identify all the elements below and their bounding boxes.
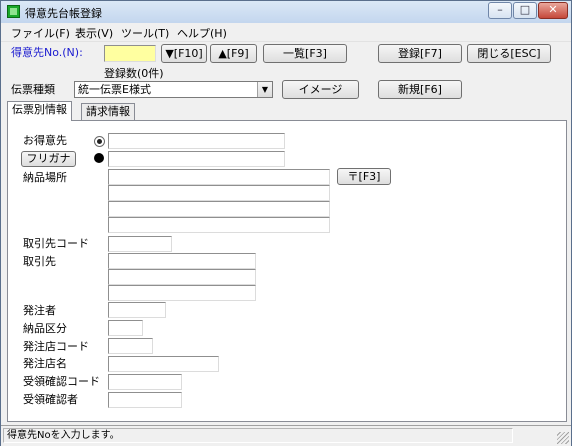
order-store-code-input[interactable] <box>108 338 153 354</box>
close-window-button[interactable]: ✕ <box>538 2 568 19</box>
partner-label: 取引先 <box>23 255 56 268</box>
order-store-code-label: 発注店コード <box>23 340 89 353</box>
tab-billing-info[interactable]: 請求情報 <box>81 103 135 121</box>
delivery-type-input[interactable] <box>108 320 143 336</box>
receipt-person-input[interactable] <box>108 392 182 408</box>
postal-button[interactable]: 〒[F3] <box>337 168 391 185</box>
slip-type-value: 統一伝票E様式 <box>78 83 151 96</box>
customer-no-input[interactable] <box>104 45 156 62</box>
close-button[interactable]: 閉じる[ESC] <box>467 44 551 63</box>
customer-name-input[interactable] <box>108 133 285 149</box>
registered-count: 登録数(0件) <box>104 67 164 80</box>
partner-code-label: 取引先コード <box>23 237 89 250</box>
delivery-line1-input[interactable] <box>108 169 330 185</box>
order-store-name-label: 発注店名 <box>23 357 67 370</box>
image-button[interactable]: イメージ <box>282 80 359 99</box>
resize-grip-icon[interactable] <box>557 432 569 444</box>
furigana-button[interactable]: フリガナ <box>21 151 76 167</box>
furigana-input[interactable] <box>108 151 285 167</box>
delivery-line2-input[interactable] <box>108 185 330 201</box>
status-message: 得意先Noを入力します。 <box>3 428 513 443</box>
partner-line2-input[interactable] <box>108 269 256 285</box>
receipt-code-input[interactable] <box>108 374 182 390</box>
status-bar: 得意先Noを入力します。 <box>1 425 571 446</box>
customer-no-label: 得意先No.(N): <box>11 46 83 59</box>
delivery-type-label: 納品区分 <box>23 322 67 335</box>
customer-label: お得意先 <box>23 134 67 147</box>
orderer-input[interactable] <box>108 302 166 318</box>
partner-line3-input[interactable] <box>108 285 256 301</box>
receipt-code-label: 受領確認コード <box>23 375 100 388</box>
menu-tools[interactable]: ツール(T) <box>121 25 169 41</box>
furigana-radio[interactable] <box>94 153 104 163</box>
minimize-button[interactable]: – <box>488 2 512 19</box>
tab-slip-info[interactable]: 伝票別情報 <box>7 101 72 121</box>
orderer-label: 発注者 <box>23 304 56 317</box>
app-icon <box>7 5 20 18</box>
register-button[interactable]: 登録[F7] <box>378 44 462 63</box>
delivery-label: 納品場所 <box>23 171 67 184</box>
order-store-name-input[interactable] <box>108 356 219 372</box>
chevron-down-icon[interactable]: ▼ <box>257 82 272 97</box>
menu-bar: ファイル(F) 表示(V) ツール(T) ヘルプ(H) <box>1 23 571 42</box>
partner-line1-input[interactable] <box>108 253 256 269</box>
menu-view[interactable]: 表示(V) <box>75 25 113 41</box>
menu-help[interactable]: ヘルプ(H) <box>177 25 227 41</box>
maximize-button[interactable]: □ <box>513 2 537 19</box>
window-title: 得意先台帳登録 <box>25 7 102 20</box>
slip-type-label: 伝票種類 <box>11 83 55 96</box>
main-window: 得意先台帳登録 – □ ✕ ファイル(F) 表示(V) ツール(T) ヘルプ(H… <box>0 0 572 446</box>
menu-file[interactable]: ファイル(F) <box>11 25 70 41</box>
title-bar[interactable]: 得意先台帳登録 – □ ✕ <box>1 1 571 24</box>
slip-type-select[interactable]: 統一伝票E様式 ▼ <box>74 81 273 98</box>
list-button[interactable]: 一覧[F3] <box>263 44 347 63</box>
delivery-line3-input[interactable] <box>108 201 330 217</box>
receipt-person-label: 受領確認者 <box>23 393 78 406</box>
next-button[interactable]: ▼[F10] <box>161 44 207 63</box>
partner-code-input[interactable] <box>108 236 172 252</box>
delivery-line4-input[interactable] <box>108 217 330 233</box>
customer-radio[interactable] <box>94 136 105 147</box>
new-button[interactable]: 新規[F6] <box>378 80 462 99</box>
prev-button[interactable]: ▲[F9] <box>210 44 257 63</box>
